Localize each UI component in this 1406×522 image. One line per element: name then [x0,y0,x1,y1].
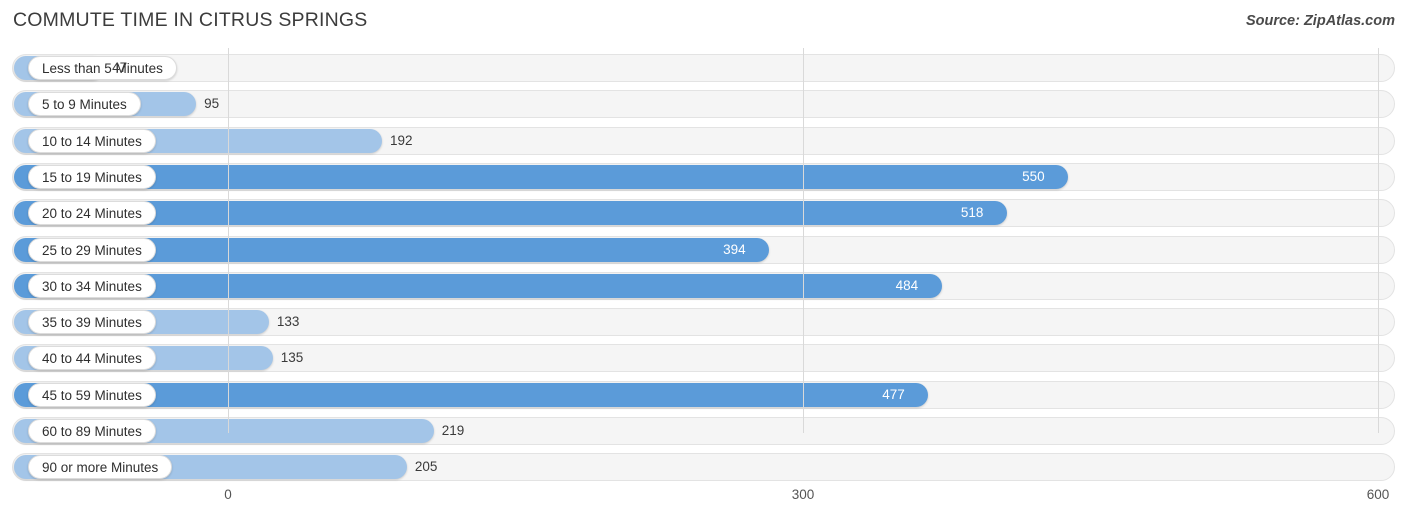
bar-value-label: 95 [204,96,220,112]
bar-value-label: 192 [390,132,413,148]
bar-row[interactable]: 35 to 39 Minutes 133 [12,308,1395,337]
bar-category-label: 20 to 24 Minutes [28,201,156,226]
bar-value-label: 205 [414,459,438,475]
bar-category-label: 60 to 89 Minutes [28,419,156,443]
bar-rows: Less than 5 Minutes 47 5 to 9 Minutes 95 10 … [0,48,1406,485]
bar-row[interactable]: 45 to 59 Minutes 477 [12,380,1395,409]
bar-category-label: 40 to 44 Minutes [28,346,156,371]
bar-category-label: 30 to 34 Minutes [28,273,156,298]
bar-row[interactable]: 90 or more Minutes 205 [12,453,1395,482]
bar-value-label: 135 [280,350,304,366]
source-attribution: Source: ZipAtlas.com [1245,13,1395,29]
bar [14,201,1007,226]
gridline-300 [803,48,804,433]
bar-row[interactable]: 60 to 89 Minutes 219 [12,417,1395,445]
bar-row[interactable]: Less than 5 Minutes 47 [12,54,1395,82]
bar-category-label: 5 to 9 Minutes [28,92,141,117]
bar-value-label: 484 [895,277,919,293]
x-axis: 0 300 600 [0,485,1406,522]
bar-value-label: 550 [1022,168,1045,184]
bar-value-label: 477 [882,386,905,402]
page-title: COMMUTE TIME IN CITRUS SPRINGS [13,9,368,31]
bar-row[interactable]: 15 to 19 Minutes 550 [12,162,1395,191]
gridline-0 [228,48,229,433]
bar-value-label: 47 [112,60,128,75]
bar-value-label: 394 [723,241,746,257]
bar [14,164,1069,189]
bar-value-label: 219 [441,423,465,438]
bar-track [12,90,1395,119]
bar-row[interactable]: 20 to 24 Minutes 518 [12,199,1395,228]
bar-row[interactable]: 30 to 34 Minutes 484 [12,271,1395,300]
bar-category-label: Less than 5 Minutes [28,56,177,80]
bar-value-label: 133 [276,314,300,330]
chart-header: COMMUTE TIME IN CITRUS SPRINGS Source: Z… [0,0,1406,44]
bar-row[interactable]: 40 to 44 Minutes 135 [12,344,1395,373]
bar-category-label: 10 to 14 Minutes [28,128,156,153]
bar-category-label: 25 to 29 Minutes [28,237,156,262]
bar-row[interactable]: 10 to 14 Minutes 192 [12,126,1395,155]
chart-plot-area: Less than 5 Minutes 47 5 to 9 Minutes 95 10 … [0,48,1406,502]
gridline-600 [1378,48,1379,433]
bar-track [12,54,1395,82]
x-axis-tick-label: 0 [224,487,232,502]
bar-category-label: 45 to 59 Minutes [28,382,156,407]
bar-value-label: 518 [960,205,984,221]
bar-row[interactable]: 25 to 29 Minutes 394 [12,235,1395,264]
x-axis-tick-label: 600 [1366,487,1390,502]
bar-category-label: 90 or more Minutes [28,455,173,480]
bar-category-label: 35 to 39 Minutes [28,310,156,335]
bar-category-label: 15 to 19 Minutes [28,164,156,189]
bar-row[interactable]: 5 to 9 Minutes 95 [12,90,1395,119]
x-axis-tick-label: 300 [791,487,815,502]
